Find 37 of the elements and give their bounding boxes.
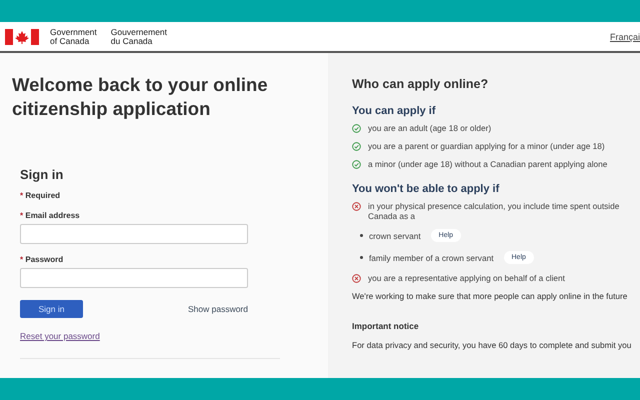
sign-in-button[interactable]: Sign in — [20, 300, 83, 318]
field-label: Email address — [25, 211, 80, 220]
government-wordmark: Government of Canada — [50, 28, 97, 46]
notice-heading: Important notice — [352, 321, 420, 331]
show-password-link[interactable]: Show password — [188, 304, 248, 314]
reset-password-link[interactable]: Reset your password — [20, 331, 100, 341]
sign-in-heading: Sign in — [20, 167, 64, 182]
bullet-icon — [360, 256, 363, 259]
canada-flag-icon — [5, 28, 39, 44]
list-item-text: you are an adult (age 18 or older) — [368, 123, 492, 133]
input-field[interactable] — [20, 224, 248, 244]
check-icon — [352, 160, 361, 168]
language-link[interactable]: Françai — [610, 32, 640, 42]
section-title: Who can apply online? — [352, 77, 490, 91]
check-icon — [352, 142, 361, 150]
section-heading: You can apply if — [352, 105, 437, 117]
section-heading: You won't be able to apply if — [352, 183, 500, 195]
bullet-icon — [360, 234, 363, 237]
cross-icon — [352, 274, 361, 282]
field-label: Password — [25, 255, 64, 264]
cross-icon — [352, 202, 361, 210]
info-text: We're working to make sure that more people can apply online in the future — [352, 291, 628, 301]
list-item-text: in your physical presence calculation, you include time spent outside Canada as a — [368, 201, 620, 221]
list-item-text: family member of a crown servant — [369, 252, 494, 262]
list-item-text: you are a representative applying on behalf of a client — [368, 273, 565, 283]
government-wordmark-french: Gouvernement du Canada — [110, 28, 168, 46]
required-note: Required — [25, 191, 60, 200]
required-marker: * — [20, 191, 24, 200]
input-field[interactable] — [20, 268, 248, 288]
check-icon — [352, 124, 361, 132]
list-item-text: you are a parent or guardian applying for a minor (under age 18) — [368, 141, 605, 151]
list-item-text: a minor (under age 18) without a Canadian parent applying alone — [368, 159, 608, 169]
page-title: Welcome back to your online citizenship application — [12, 73, 269, 121]
required-marker: * — [20, 255, 24, 264]
required-marker: * — [20, 211, 24, 220]
notice-text: For data privacy and security, you have 60 days to complete and submit you — [352, 340, 632, 350]
list-item-text: crown servant — [369, 230, 421, 240]
